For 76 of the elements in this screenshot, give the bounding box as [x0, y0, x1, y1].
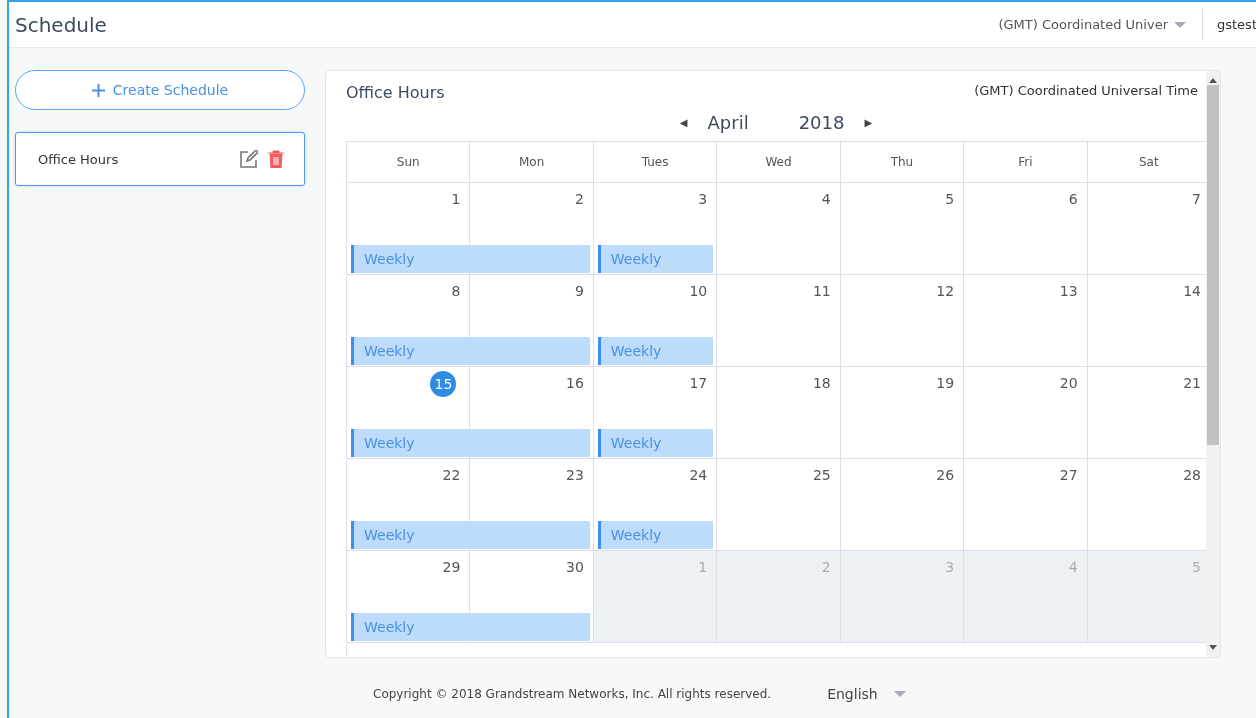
- day-cell[interactable]: 6: [964, 183, 1088, 275]
- scrollbar-thumb[interactable]: [1207, 85, 1219, 445]
- day-number: 3: [945, 559, 955, 575]
- weekday-header: Fri: [964, 142, 1088, 183]
- day-number: 1: [698, 559, 708, 575]
- day-number: 6: [1068, 191, 1078, 207]
- day-number: 26: [936, 467, 955, 483]
- calendar-title: Office Hours: [346, 83, 445, 102]
- day-number: 18: [812, 375, 831, 391]
- timezone-dropdown[interactable]: (GMT) Coordinated Univer: [998, 17, 1202, 32]
- day-number: 8: [451, 283, 461, 299]
- day-cell[interactable]: 23: [470, 459, 594, 551]
- plus-icon: [91, 83, 105, 97]
- day-number: 23: [566, 467, 584, 483]
- day-number: 12: [936, 283, 955, 299]
- day-number: 21: [1183, 375, 1201, 391]
- weekday-header: Sun: [347, 142, 471, 183]
- day-cell[interactable]: 4: [717, 183, 841, 275]
- day-cell[interactable]: 13: [964, 275, 1088, 367]
- day-number: 2: [821, 559, 831, 575]
- day-cell[interactable]: 5: [840, 183, 965, 275]
- day-number: 29: [442, 559, 461, 575]
- day-cell[interactable]: 9: [470, 275, 594, 367]
- day-number: 5: [945, 191, 955, 207]
- language-dropdown[interactable]: English: [827, 686, 906, 702]
- day-cell[interactable]: 18: [717, 367, 841, 459]
- day-cell[interactable]: 16: [470, 367, 594, 459]
- edit-icon[interactable]: [240, 150, 258, 168]
- weekday-header: Thu: [840, 142, 965, 183]
- day-number: 25: [812, 467, 831, 483]
- weekday-header: Wed: [717, 142, 841, 183]
- day-number: 9: [574, 283, 584, 299]
- month-label: April: [707, 112, 749, 133]
- page-title: Schedule: [15, 12, 108, 37]
- day-number: 3: [698, 191, 708, 207]
- day-cell[interactable]: 30: [470, 551, 594, 643]
- day-number: 2: [574, 191, 584, 207]
- day-cell[interactable]: 12: [840, 275, 965, 367]
- trash-icon[interactable]: [268, 150, 284, 168]
- today-date-badge: 15: [430, 371, 457, 397]
- day-number: 4: [821, 191, 831, 207]
- day-number: 24: [689, 467, 708, 483]
- day-number: 20: [1059, 375, 1078, 391]
- next-month-button[interactable]: ▶: [864, 117, 873, 128]
- timezone-label: (GMT) Coordinated Universal Time: [974, 83, 1198, 100]
- day-number: 30: [566, 559, 584, 575]
- user-menu[interactable]: gstest: [1202, 9, 1256, 40]
- day-cell[interactable]: 19: [840, 367, 965, 459]
- day-number: 5: [1192, 559, 1201, 575]
- previous-month-button[interactable]: ◀: [679, 117, 688, 128]
- day-number: 14: [1183, 283, 1201, 299]
- day-number: 7: [1192, 191, 1201, 207]
- weekday-header: Mon: [470, 142, 594, 183]
- scroll-down-icon[interactable]: [1209, 645, 1217, 651]
- day-number: 16: [566, 375, 584, 391]
- day-number: 22: [442, 467, 461, 483]
- day-number: 1: [451, 191, 461, 207]
- schedule-item[interactable]: Office Hours: [15, 132, 305, 186]
- scrollbar[interactable]: [1206, 71, 1220, 657]
- day-cell[interactable]: 11: [717, 275, 841, 367]
- caret-icon: [1174, 21, 1186, 28]
- weekday-header: Tues: [593, 142, 718, 183]
- day-cell[interactable]: 20: [964, 367, 1088, 459]
- day-number: 28: [1183, 467, 1201, 483]
- day-number: 19: [936, 375, 955, 391]
- year-label: 2018: [798, 112, 845, 133]
- day-number: 10: [689, 283, 708, 299]
- caret-icon: [893, 691, 906, 697]
- day-number: 17: [689, 375, 708, 391]
- day-number: 4: [1068, 559, 1078, 575]
- day-cell[interactable]: 2: [470, 183, 594, 275]
- copyright-text: Copyright © 2018 Grandstream Networks, Inc. All rights reserved.: [373, 687, 772, 701]
- scroll-up-icon[interactable]: [1209, 77, 1217, 83]
- day-number: 11: [812, 283, 831, 299]
- day-number: 13: [1059, 283, 1078, 299]
- day-number: 27: [1059, 467, 1078, 483]
